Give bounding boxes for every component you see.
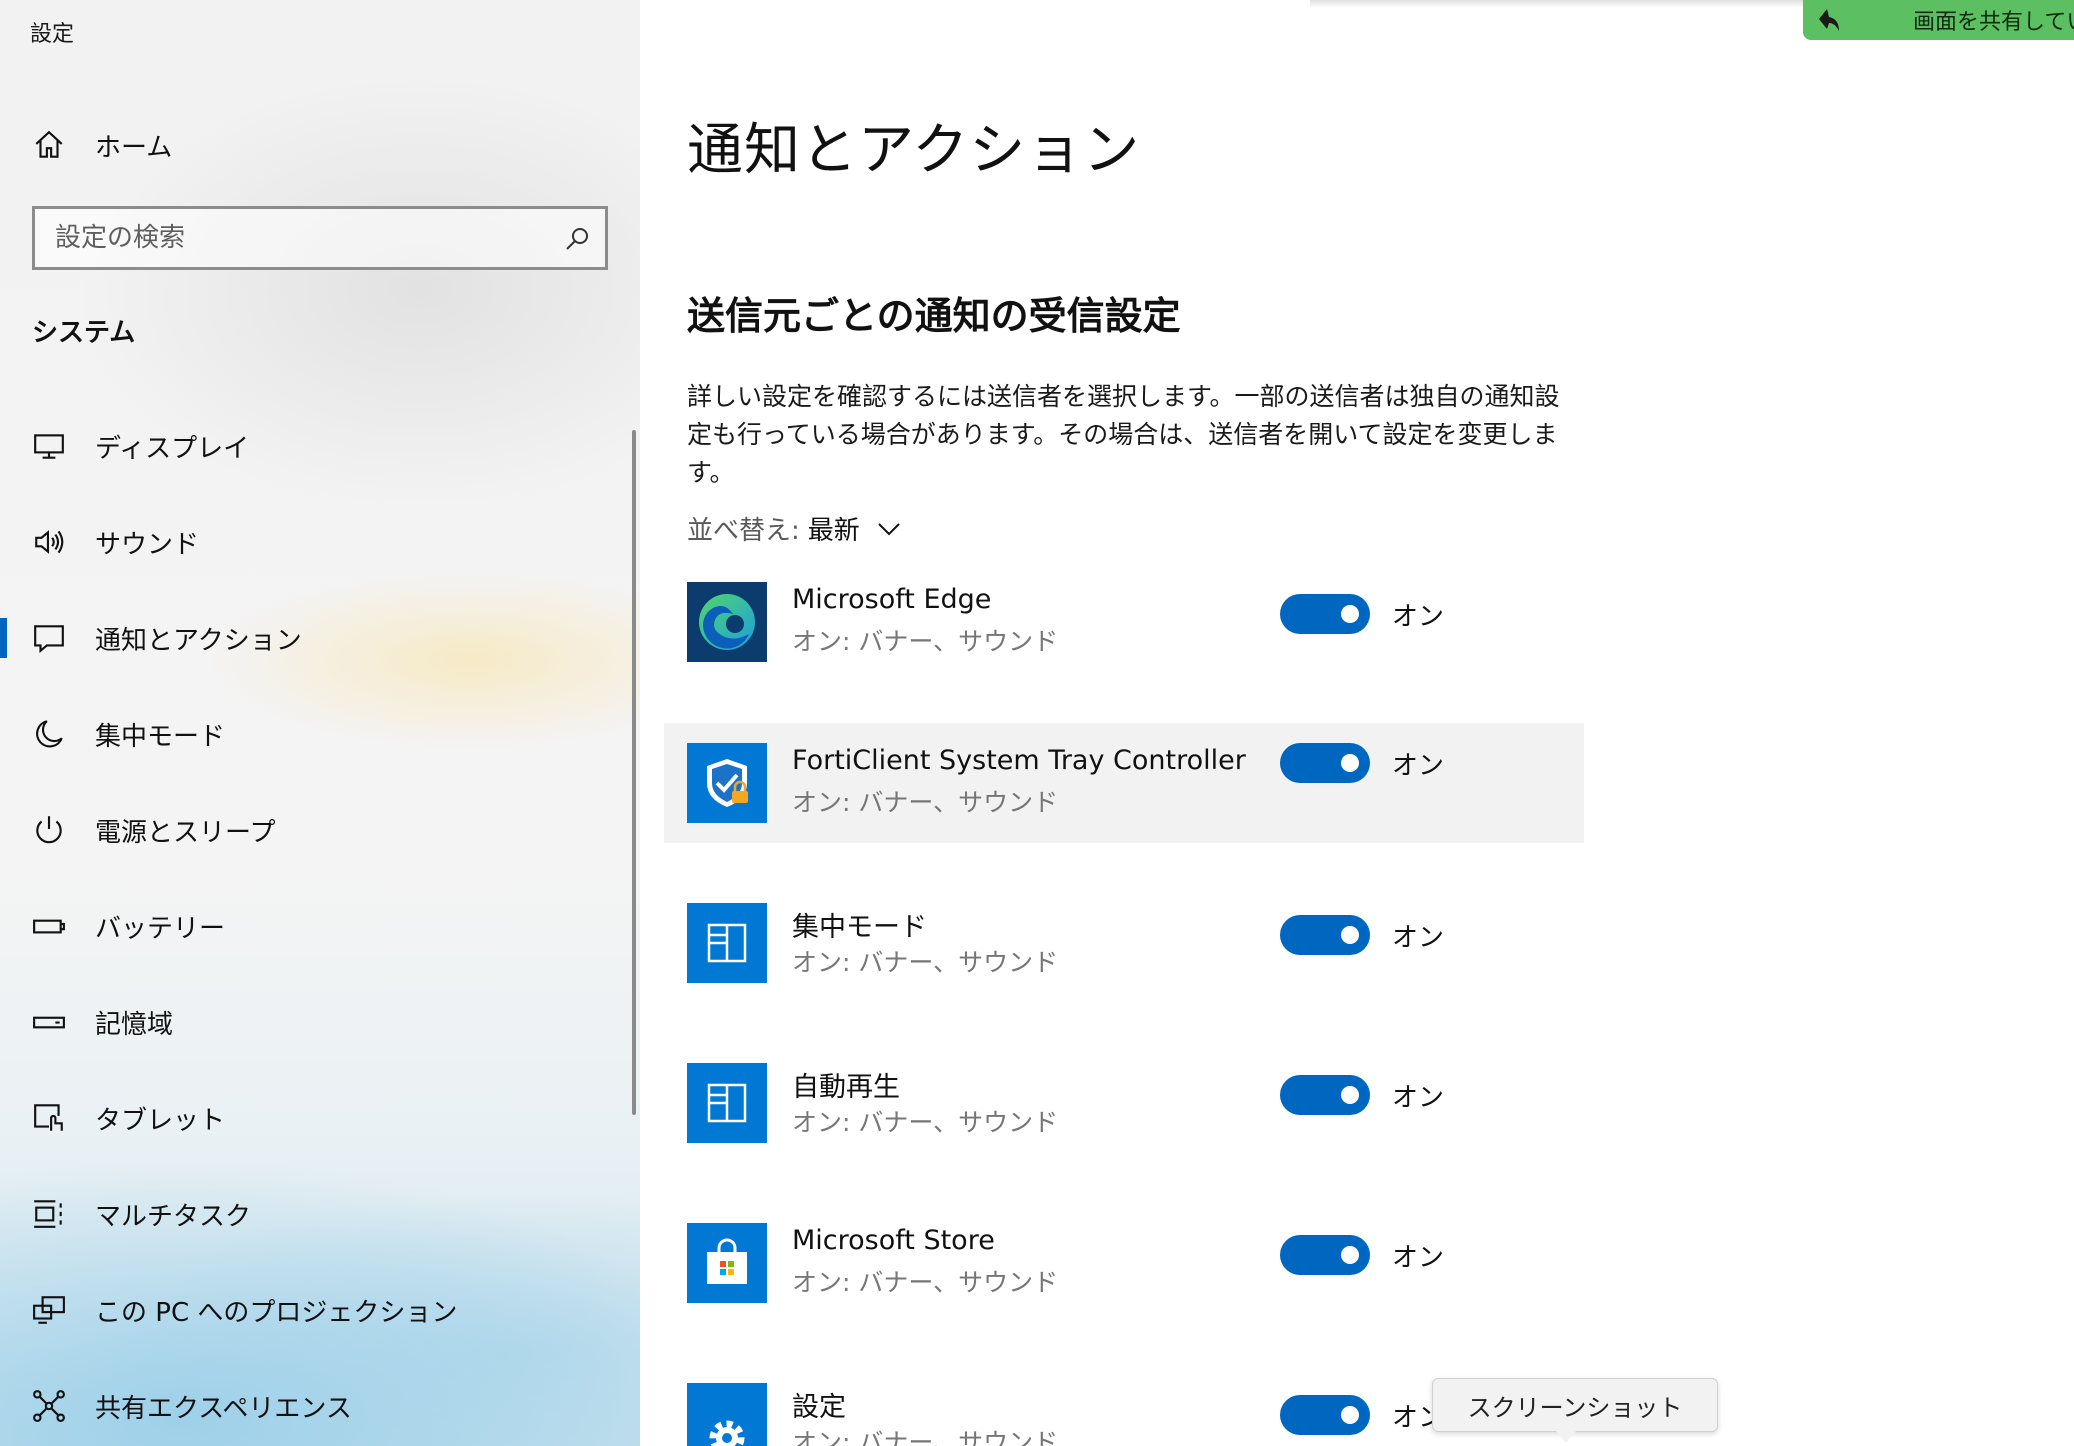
sidebar-item-label: マルチタスク xyxy=(95,1201,252,1232)
page-title: 通知とアクション xyxy=(687,118,1141,183)
sidebar-item-label: タブレット xyxy=(95,1105,226,1136)
sidebar-item-label: 共有エクスペリエンス xyxy=(95,1393,352,1424)
sidebar-section-label: システム xyxy=(32,318,136,348)
description-line: 詳しい設定を確認するには送信者を選択します。一部の送信者は独自の通知設 xyxy=(687,382,1560,411)
window-title: 設定 xyxy=(30,22,75,47)
sidebar-item-notifications[interactable]: 通知とアクション xyxy=(0,598,640,678)
store-icon xyxy=(687,1223,767,1303)
sender-toggle[interactable] xyxy=(1280,743,1370,783)
toggle-label: オン xyxy=(1392,751,1445,781)
toggle-label: オン xyxy=(1392,923,1445,953)
power-icon xyxy=(30,811,68,849)
sender-status: オン: バナー、サウンド xyxy=(792,1108,1059,1137)
sort-label: 並べ替え: xyxy=(687,516,800,546)
sidebar-item-display[interactable]: ディスプレイ xyxy=(0,406,640,486)
sender-row-microsoft-edge[interactable]: Microsoft Edge オン: バナー、サウンド オン xyxy=(664,570,1584,690)
sidebar-item-label: ホーム xyxy=(95,132,173,163)
sender-name: Microsoft Edge xyxy=(792,584,992,615)
toggle-label: オン xyxy=(1392,602,1445,632)
speaker-icon xyxy=(30,523,68,561)
sender-status: オン: バナー、サウンド xyxy=(792,948,1059,977)
sender-name: 設定 xyxy=(792,1392,846,1423)
description-line: 定も行っている場合があります。その場合は、送信者を開いて設定を変更します。 xyxy=(687,420,1558,487)
chevron-down-icon xyxy=(878,522,900,535)
gear-icon xyxy=(687,1383,767,1446)
sidebar-item-multitasking[interactable]: マルチタスク xyxy=(0,1174,640,1254)
sender-row-forticlient[interactable]: FortiClient System Tray Controller オン: バ… xyxy=(664,723,1584,843)
sidebar-item-label: この PC へのプロジェクション xyxy=(95,1297,458,1328)
sender-toggle[interactable] xyxy=(1280,1075,1370,1115)
screen-share-banner[interactable]: 画面を共有してい xyxy=(1803,0,2074,40)
share-experience-icon xyxy=(30,1387,68,1425)
battery-icon xyxy=(30,907,68,945)
toggle-knob xyxy=(1341,926,1359,944)
sender-status: オン: バナー、サウンド xyxy=(792,1268,1059,1297)
display-icon xyxy=(30,427,68,465)
sort-value: 最新 xyxy=(807,516,860,546)
sidebar-item-sound[interactable]: サウンド xyxy=(0,502,640,582)
sidebar-item-label: サウンド xyxy=(95,529,200,560)
sidebar-item-tablet[interactable]: タブレット xyxy=(0,1078,640,1158)
toggle-label: オン xyxy=(1392,1243,1445,1273)
notification-icon xyxy=(30,619,68,657)
sender-name: 集中モード xyxy=(792,912,927,943)
sidebar-item-battery[interactable]: バッテリー xyxy=(0,886,640,966)
search-input[interactable] xyxy=(35,209,535,267)
main-content: 通知とアクション 送信元ごとの通知の受信設定 詳しい設定を確認するには送信者を選… xyxy=(640,0,2074,1446)
sidebar-scrollbar[interactable] xyxy=(632,430,636,1115)
sender-status: オン: バナー、サウンド xyxy=(792,627,1059,656)
sender-toggle[interactable] xyxy=(1280,915,1370,955)
sidebar-item-focus[interactable]: 集中モード xyxy=(0,694,640,774)
sidebar-item-label: バッテリー xyxy=(95,913,226,944)
forticlient-icon xyxy=(687,743,767,823)
share-banner-text: 画面を共有してい xyxy=(1913,10,2074,35)
sidebar-item-projection[interactable]: この PC へのプロジェクション xyxy=(0,1270,640,1350)
sidebar-item-label: 集中モード xyxy=(95,721,226,752)
sender-row-autoplay[interactable]: 自動再生 オン: バナー、サウンド オン xyxy=(664,1051,1584,1171)
edge-icon xyxy=(687,582,767,662)
sidebar-item-shared-experiences[interactable]: 共有エクスペリエンス xyxy=(0,1366,640,1446)
section-title: 送信元ごとの通知の受信設定 xyxy=(687,294,1181,338)
toggle-label: オン xyxy=(1392,1083,1445,1113)
moon-icon xyxy=(30,715,68,753)
sender-toggle[interactable] xyxy=(1280,1235,1370,1275)
app-tile-icon xyxy=(687,903,767,983)
sidebar-item-label: 記憶域 xyxy=(95,1009,174,1040)
overlay-shadow xyxy=(1310,0,1810,8)
sidebar-item-label: ディスプレイ xyxy=(95,433,250,464)
screenshot-tooltip: スクリーンショット xyxy=(1432,1378,1718,1432)
toggle-knob xyxy=(1341,1246,1359,1264)
sender-name: 自動再生 xyxy=(792,1072,900,1103)
multitask-icon xyxy=(30,1195,68,1233)
tablet-icon xyxy=(30,1099,68,1137)
sender-status: オン: バナー、サウンド xyxy=(792,1428,1059,1446)
sidebar-item-power[interactable]: 電源とスリープ xyxy=(0,790,640,870)
sidebar: 設定 ホーム システム ディスプレイ サウンド 通知とアクション xyxy=(0,0,640,1446)
sender-toggle[interactable] xyxy=(1280,594,1370,634)
sidebar-item-label: 通知とアクション xyxy=(95,625,302,656)
sender-toggle[interactable] xyxy=(1280,1395,1370,1435)
search-box[interactable] xyxy=(32,206,608,270)
sidebar-item-home[interactable]: ホーム xyxy=(0,110,640,180)
toggle-knob xyxy=(1341,1086,1359,1104)
sender-row-focus-mode[interactable]: 集中モード オン: バナー、サウンド オン xyxy=(664,891,1584,1011)
tooltip-tail xyxy=(1556,1431,1576,1443)
app-tile-icon xyxy=(687,1063,767,1143)
sender-status: オン: バナー、サウンド xyxy=(792,788,1059,817)
sender-name: Microsoft Store xyxy=(792,1225,995,1256)
toggle-knob xyxy=(1341,605,1359,623)
projection-icon xyxy=(30,1291,68,1329)
toggle-knob xyxy=(1341,1406,1359,1424)
toggle-knob xyxy=(1341,754,1359,772)
arrow-back-icon[interactable] xyxy=(1813,5,1843,35)
sender-name: FortiClient System Tray Controller xyxy=(792,745,1246,776)
sidebar-item-storage[interactable]: 記憶域 xyxy=(0,982,640,1062)
section-description: 詳しい設定を確認するには送信者を選択します。一部の送信者は独自の通知設 定も行っ… xyxy=(687,378,1587,492)
sender-row-microsoft-store[interactable]: Microsoft Store オン: バナー、サウンド オン xyxy=(664,1211,1584,1331)
search-icon[interactable] xyxy=(563,225,591,253)
storage-icon xyxy=(30,1003,68,1041)
sort-dropdown[interactable]: 並べ替え: 最新 xyxy=(687,510,902,547)
sidebar-item-label: 電源とスリープ xyxy=(95,817,276,848)
home-icon xyxy=(30,126,68,164)
